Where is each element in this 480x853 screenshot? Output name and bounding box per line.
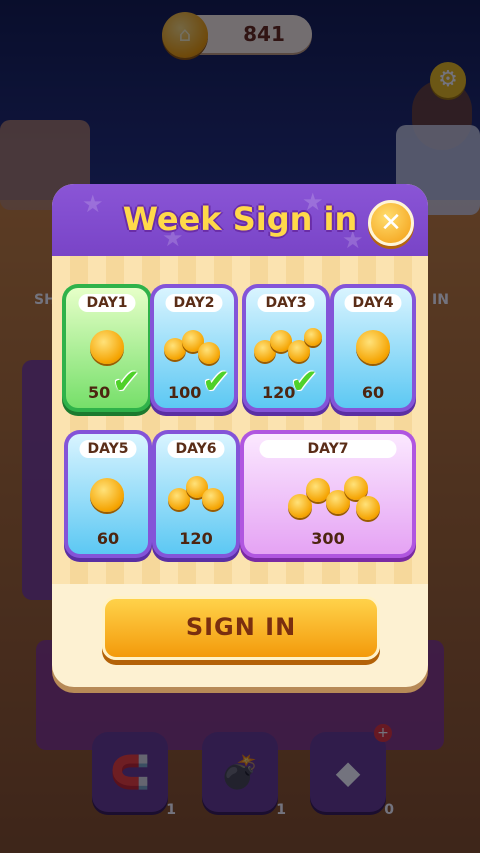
coin-icon <box>356 330 390 364</box>
close-icon[interactable]: ✕ <box>368 200 414 246</box>
coin-icon <box>304 328 322 346</box>
day-card-5[interactable]: DAY5 60 <box>64 430 152 558</box>
sign-in-button[interactable]: SIGN IN <box>102 596 380 660</box>
checkmark-icon: ✔ <box>202 362 231 402</box>
checkmark-icon: ✔ <box>112 362 141 402</box>
day-label: DAY1 <box>78 294 136 312</box>
reward-amount: 60 <box>96 529 120 548</box>
coin-icon <box>198 342 220 364</box>
day-label: DAY7 <box>259 440 397 458</box>
reward-amount: 60 <box>361 383 385 402</box>
day-label: DAY2 <box>165 294 223 312</box>
coin-icon <box>90 478 124 512</box>
coin-icon <box>90 330 124 364</box>
reward-amount: 300 <box>311 529 345 548</box>
day-card-7[interactable]: DAY7 300 <box>240 430 416 558</box>
coin-icon <box>356 496 380 520</box>
day-label: DAY5 <box>79 440 137 458</box>
day-label: DAY3 <box>257 294 315 312</box>
day-card-6[interactable]: DAY6 120 <box>152 430 240 558</box>
coin-icon <box>202 488 224 510</box>
day-label: DAY4 <box>344 294 402 312</box>
checkmark-icon: ✔ <box>290 362 319 402</box>
week-sign-in-dialog: ★ ★ ★ ★ Week Sign in ✕ DAY1 50 ✔ DAY2 10… <box>52 184 428 687</box>
day-card-4[interactable]: DAY4 60 <box>330 284 416 412</box>
reward-amount: 120 <box>179 529 213 548</box>
day-label: DAY6 <box>167 440 225 458</box>
